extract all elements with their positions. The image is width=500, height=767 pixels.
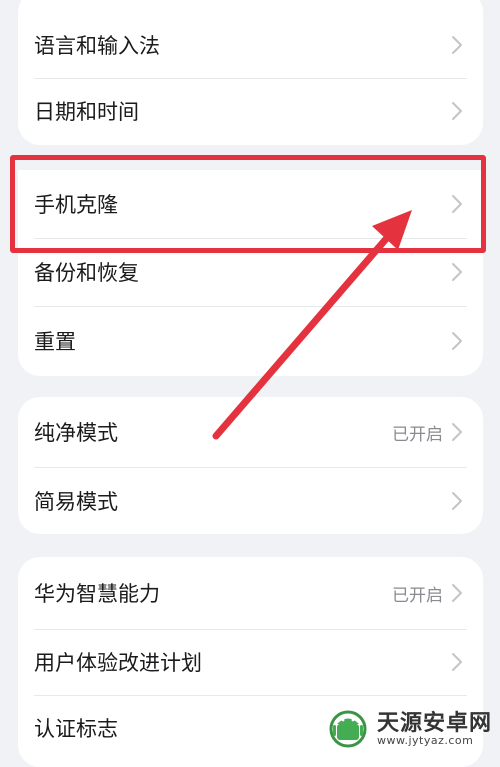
settings-item-language-input[interactable]: 语言和输入法 (18, 0, 483, 78)
settings-item-user-experience[interactable]: 用户体验改进计划 (18, 629, 483, 695)
settings-item-label: 华为智慧能力 (34, 582, 160, 606)
status-value: 已开启 (392, 585, 443, 606)
settings-item-simple-mode[interactable]: 简易模式 (18, 467, 483, 534)
settings-item-label: 语言和输入法 (34, 34, 160, 58)
highlight-box (10, 155, 486, 253)
chevron-right-icon (452, 423, 462, 441)
chevron-right-icon (452, 653, 462, 671)
settings-item-huawei-smart[interactable]: 华为智慧能力 已开启 (18, 557, 483, 629)
watermark-title: 天源安卓网 (376, 710, 492, 736)
chevron-right-icon (452, 263, 462, 281)
watermark: 天源安卓网 www.jytyaz.com (325, 709, 492, 749)
chevron-right-icon (452, 332, 462, 350)
settings-group-system: 语言和输入法 日期和时间 (18, 0, 483, 145)
settings-item-label: 纯净模式 (34, 421, 118, 445)
watermark-text: 天源安卓网 www.jytyaz.com (377, 712, 492, 747)
settings-item-label: 简易模式 (34, 489, 118, 514)
chevron-right-icon (452, 584, 462, 602)
settings-item-label: 重置 (34, 330, 76, 354)
status-value: 已开启 (392, 424, 443, 445)
settings-group-modes: 纯净模式 已开启 简易模式 (18, 397, 483, 534)
watermark-url: www.jytyaz.com (376, 733, 474, 747)
settings-item-label: 用户体验改进计划 (34, 651, 202, 675)
android-logo-icon (329, 710, 367, 748)
settings-item-pure-mode[interactable]: 纯净模式 已开启 (18, 397, 483, 467)
settings-item-reset[interactable]: 重置 (18, 306, 483, 376)
chevron-right-icon (452, 491, 462, 510)
settings-item-label: 日期和时间 (34, 100, 139, 124)
settings-item-label: 备份和恢复 (34, 261, 139, 285)
settings-item-date-time[interactable]: 日期和时间 (18, 78, 483, 144)
chevron-right-icon (452, 36, 462, 54)
chevron-right-icon (452, 102, 462, 120)
